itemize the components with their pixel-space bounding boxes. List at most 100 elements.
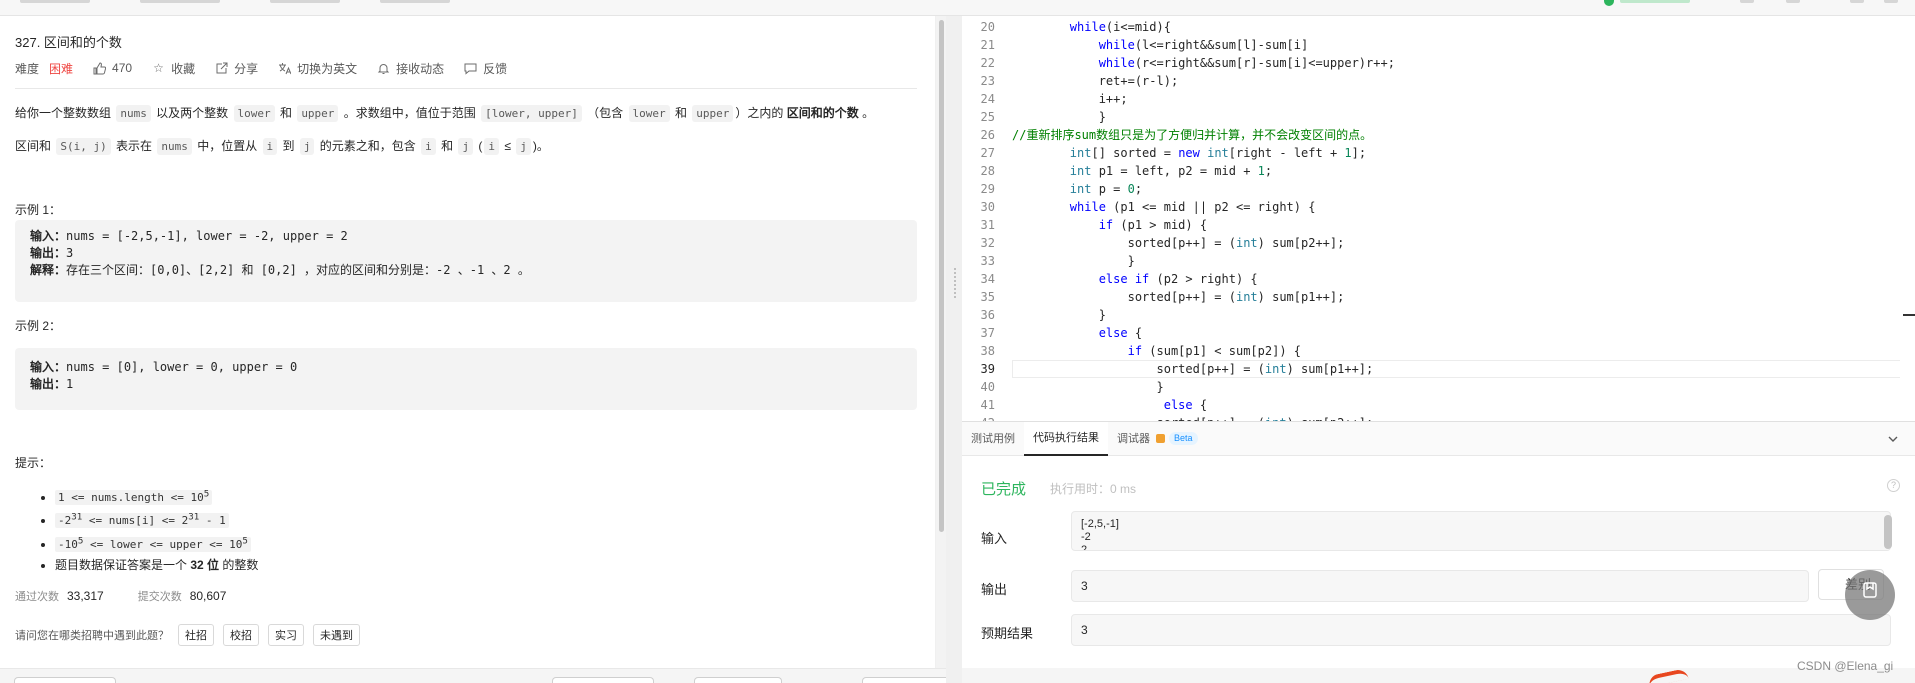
line-number: 37 (980, 326, 995, 340)
top-tab-strip (0, 0, 1915, 16)
help-icon[interactable]: ? (1887, 479, 1900, 492)
code-line[interactable]: else { (1012, 324, 1142, 342)
bottom-button-edge[interactable] (552, 677, 654, 683)
toolbar-icon-edge[interactable] (1884, 0, 1898, 3)
share-icon (215, 62, 228, 75)
hint-item: -105 <= lower <= upper <= 105 (55, 531, 258, 555)
switch-language-button[interactable]: 切换为英文 (278, 60, 357, 77)
toolbar-icon-edge[interactable] (1786, 0, 1800, 3)
tab-testcase[interactable]: 测试用例 (962, 422, 1024, 456)
code-line[interactable]: } (1012, 108, 1106, 126)
submitted-count: 80,607 (189, 589, 227, 603)
panel-splitter[interactable] (946, 16, 962, 683)
hint-item: 题目数据保证答案是一个 32 位 的整数 (55, 555, 258, 575)
survey-option-social[interactable]: 社招 (178, 624, 214, 646)
share-button[interactable]: 分享 (215, 60, 258, 77)
code-editor[interactable]: 20 while(i<=mid){ 21 while(l<=right&&sum[… (962, 16, 1915, 421)
code-line[interactable]: i++; (1012, 90, 1128, 108)
result-console: 测试用例 代码执行结果 调试器 Beta 已完成 执行用时：0 ms ? 输入 … (962, 421, 1915, 668)
problem-meta-bar: 难度 困难 470 ☆ 收藏 分享 切换为英文 接收动态 反馈 (15, 58, 527, 78)
tab-solutions-edge[interactable] (140, 0, 220, 3)
code-line[interactable]: while(i<=mid){ (1012, 18, 1171, 36)
favorite-button[interactable]: ☆ 收藏 (152, 60, 195, 77)
code-line[interactable]: ret+=(r-l); (1012, 72, 1178, 90)
code-line[interactable]: } (1012, 378, 1163, 396)
survey-option-campus[interactable]: 校招 (223, 624, 259, 646)
run-button-edge[interactable] (1620, 0, 1690, 3)
tab-submissions-edge[interactable] (270, 0, 340, 3)
floating-note-button[interactable] (1845, 570, 1895, 620)
toolbar-icon-edge[interactable] (1740, 0, 1754, 3)
line-number: 39 (980, 362, 995, 376)
splitter-handle-icon[interactable] (954, 268, 956, 298)
code-line[interactable]: sorted[p++] = (int) sum[p2++]; (1012, 234, 1345, 252)
code-line[interactable]: sorted[p++] = (int) sum[p1++]; (1012, 360, 1373, 378)
feedback-icon (464, 62, 477, 75)
interview-survey: 请问您在哪类招聘中遇到此题？ 社招 校招 实习 未遇到 (15, 624, 360, 646)
bottom-button-edge[interactable] (862, 677, 950, 683)
code-line[interactable]: } (1012, 306, 1106, 324)
subscribe-label: 接收动态 (396, 61, 445, 76)
difficulty: 难度 困难 (15, 60, 73, 77)
line-number: 28 (980, 164, 995, 178)
line-number: 31 (980, 218, 995, 232)
bottom-button-edge[interactable] (694, 677, 782, 683)
chevron-down-icon[interactable] (1887, 433, 1899, 448)
survey-option-intern[interactable]: 实习 (268, 624, 304, 646)
feedback-button[interactable]: 反馈 (464, 60, 507, 77)
line-number: 33 (980, 254, 995, 268)
survey-option-none[interactable]: 未遇到 (313, 624, 360, 646)
hints-heading: 提示： (15, 456, 52, 470)
code-line[interactable]: if (sum[p1] < sum[p2]) { (1012, 342, 1301, 360)
line-number: 25 (980, 110, 995, 124)
line-number: 20 (980, 20, 995, 34)
tab-description-edge[interactable] (20, 0, 90, 3)
input-label: 输入 (981, 531, 1008, 546)
code-line[interactable]: int[] sorted = new int[right - left + 1]… (1012, 144, 1366, 162)
code-line[interactable]: else { (1012, 396, 1207, 414)
editor-scrollbar[interactable] (1900, 16, 1915, 421)
code-line[interactable]: } (1012, 252, 1135, 270)
share-label: 分享 (234, 61, 259, 76)
toolbar-icon-edge[interactable] (1850, 0, 1864, 3)
line-number: 23 (980, 74, 995, 88)
code-line[interactable]: while(r<=right&&sum[r]-sum[i]<=upper)r++… (1012, 54, 1395, 72)
code-line[interactable]: while (p1 <= mid || p2 <= right) { (1012, 198, 1316, 216)
tab-history-edge[interactable] (380, 0, 450, 3)
accepted-label: 通过次数 (15, 591, 59, 603)
like-count: 470 (112, 61, 133, 75)
run-time: 执行用时：0 ms (1050, 482, 1137, 496)
bottom-button-edge[interactable] (14, 677, 116, 683)
code-line[interactable]: while(l<=right&&sum[l]-sum[i] (1012, 36, 1309, 54)
code-line[interactable]: int p = 0; (1012, 180, 1142, 198)
input-scrollbar-thumb[interactable] (1884, 515, 1892, 549)
output-label: 输出 (981, 582, 1008, 597)
code-line[interactable]: //重新排序sum数组只是为了方便归并计算，并不会改变区间的点。 (1012, 126, 1372, 144)
bell-icon (377, 62, 390, 75)
example-2-heading: 示例 2： (15, 319, 62, 333)
example-1-block: 输入：nums = [-2,5,-1], lower = -2, upper =… (15, 220, 917, 302)
subscribe-button[interactable]: 接收动态 (377, 60, 444, 77)
left-scrollbar-thumb[interactable] (939, 20, 944, 532)
tab-debugger[interactable]: 调试器 Beta (1108, 422, 1207, 456)
line-number: 21 (980, 38, 995, 52)
problem-title: 327. 区间和的个数 (15, 35, 122, 50)
line-number: 40 (980, 380, 995, 394)
line-number: 32 (980, 236, 995, 250)
line-number: 30 (980, 200, 995, 214)
line-number: 34 (980, 272, 995, 286)
survey-question: 请问您在哪类招聘中遇到此题？ (15, 630, 169, 642)
watermark: CSDN @Elena_gi (1797, 659, 1894, 673)
code-line[interactable]: if (p1 > mid) { (1012, 216, 1207, 234)
input-value: [-2,5,-1] -2 2 (1071, 511, 1891, 551)
expected-value: 3 (1071, 614, 1891, 646)
like-button[interactable]: 470 (93, 61, 132, 75)
code-line[interactable]: sorted[p++] = (int) sum[p1++]; (1012, 288, 1345, 306)
left-bottom-toolbar (0, 668, 950, 683)
tab-run-result[interactable]: 代码执行结果 (1024, 421, 1108, 456)
code-line[interactable]: else if (p2 > right) { (1012, 270, 1258, 288)
accepted-count: 33,317 (67, 589, 104, 603)
hint-item: -231 <= nums[i] <= 231 - 1 (55, 508, 258, 532)
line-number: 26 (980, 128, 995, 142)
code-line[interactable]: int p1 = left, p2 = mid + 1; (1012, 162, 1272, 180)
